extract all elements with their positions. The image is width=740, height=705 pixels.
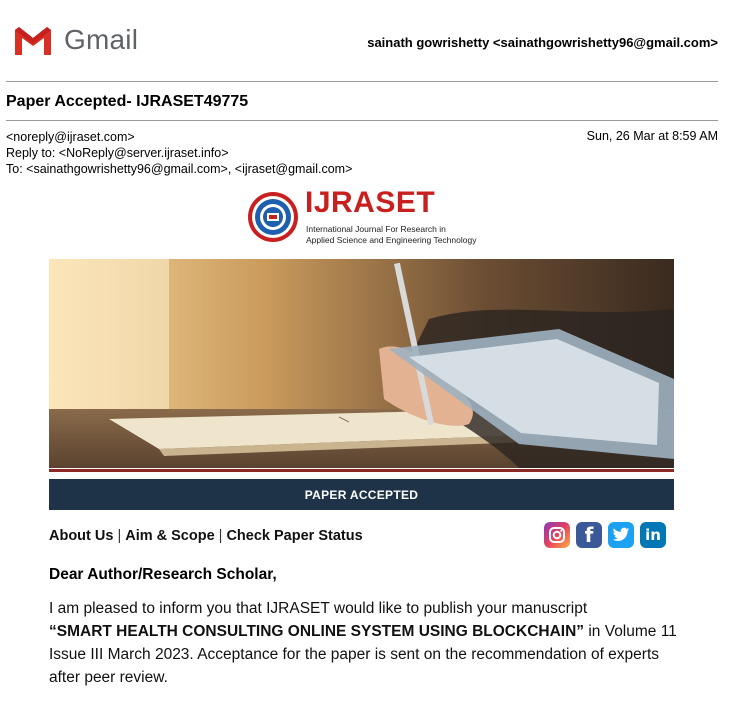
hero-divider <box>49 469 674 472</box>
nav-separator: | <box>117 528 122 544</box>
ijraset-logo[interactable]: IJRASET International Journal For Resear… <box>247 186 487 249</box>
from-address: <noreply@ijraset.com> <box>6 130 135 144</box>
ijraset-seal-icon <box>248 192 298 242</box>
email-subject: Paper Accepted- IJRASET49775 <box>6 93 249 110</box>
nav-separator: | <box>218 528 223 544</box>
tagline-line: International Journal For Research in <box>306 224 446 234</box>
to-addresses: To: <sainathgowrishetty96@gmail.com>, <i… <box>6 162 353 176</box>
message-intro: I am pleased to inform you that IJRASET … <box>49 600 588 617</box>
gmail-logo[interactable]: Gmail <box>12 24 138 56</box>
twitter-icon[interactable] <box>608 522 634 548</box>
message-body: I am pleased to inform you that IJRASET … <box>49 597 689 689</box>
gmail-header: Gmail sainath gowrishetty <sainathgowris… <box>0 0 740 80</box>
reply-to-address: Reply to: <NoReply@server.ijraset.info> <box>6 146 229 160</box>
gmail-m-icon <box>12 27 54 56</box>
account-label: sainath gowrishetty <sainathgowrishetty9… <box>367 35 718 50</box>
gmail-wordmark: Gmail <box>64 24 139 55</box>
social-links: f in <box>544 522 666 548</box>
hero-image-writing <box>49 259 674 468</box>
email-meta: <noreply@ijraset.com> Reply to: <NoReply… <box>6 129 352 177</box>
facebook-icon[interactable]: f <box>576 522 602 548</box>
email-date: Sun, 26 Mar at 8:59 AM <box>586 129 718 143</box>
check-paper-status-link[interactable]: Check Paper Status <box>226 528 362 544</box>
aim-scope-link[interactable]: Aim & Scope <box>125 528 214 544</box>
greeting: Dear Author/Research Scholar, <box>49 566 277 583</box>
footer-nav: About Us | Aim & Scope | Check Paper Status <box>49 528 363 544</box>
instagram-icon[interactable] <box>544 522 570 548</box>
ijraset-wordmark: IJRASET <box>305 186 436 219</box>
about-us-link[interactable]: About Us <box>49 528 113 544</box>
paper-title: “SMART HEALTH CONSULTING ONLINE SYSTEM U… <box>49 623 585 640</box>
divider <box>6 120 718 121</box>
linkedin-icon[interactable]: in <box>640 522 666 548</box>
ijraset-tagline: International Journal For Research in Ap… <box>306 224 476 246</box>
tagline-line: Applied Science and Engineering Technolo… <box>306 235 477 245</box>
divider <box>6 81 718 82</box>
paper-accepted-banner: PAPER ACCEPTED <box>49 479 674 510</box>
